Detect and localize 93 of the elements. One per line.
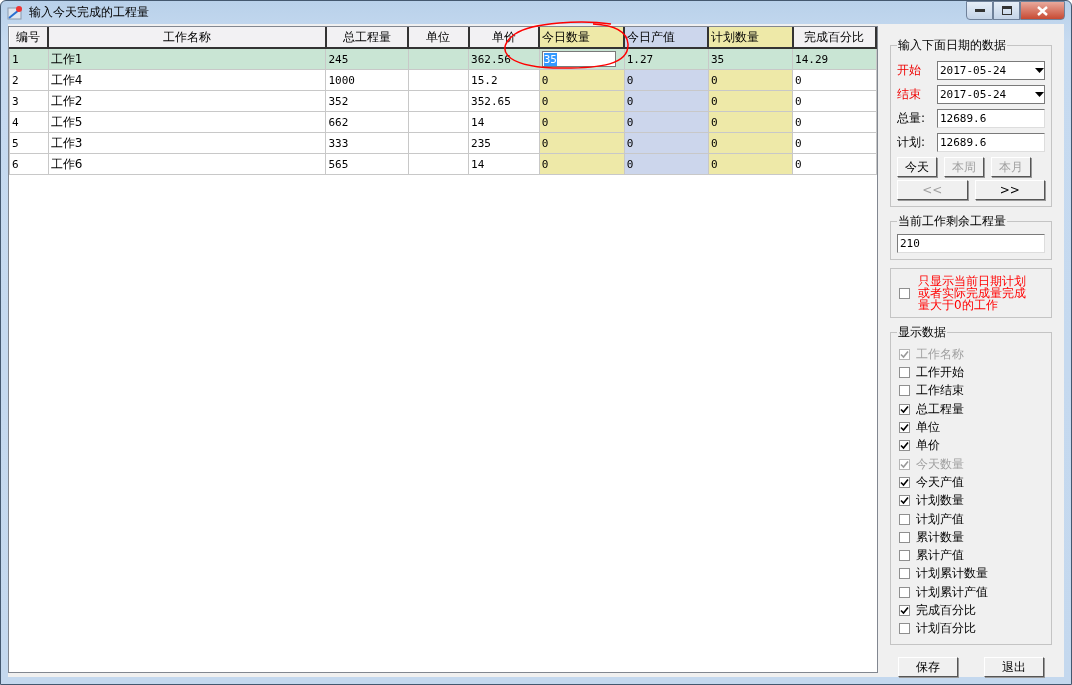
checkbox[interactable] xyxy=(899,422,910,434)
checkbox[interactable] xyxy=(899,531,910,543)
checkbox[interactable] xyxy=(899,287,910,299)
input-field[interactable]: 210 xyxy=(897,234,1045,254)
checkbox-label: 累计产值 xyxy=(916,547,964,565)
caret-icon xyxy=(1035,91,1044,97)
close-icon xyxy=(1037,5,1048,16)
checkbox-label: 工作结束 xyxy=(916,382,964,400)
checkbox-label: 累计数量 xyxy=(916,528,964,546)
checkbox-label: 总工程量 xyxy=(916,400,964,418)
table-cell: 0 xyxy=(792,69,876,91)
checkbox-label: 工作名称 xyxy=(916,345,964,363)
date-dropdown[interactable]: 2017-05-24 xyxy=(937,60,1045,80)
table-cell: 14 xyxy=(468,111,540,133)
table-cell: 0 xyxy=(792,153,876,175)
checkbox[interactable] xyxy=(899,623,910,635)
checkbox-label: 工作开始 xyxy=(916,364,964,382)
checkbox-label: 计划产值 xyxy=(916,510,964,528)
input-field[interactable]: 12689.6 xyxy=(937,108,1045,128)
input-field[interactable]: 12689.6 xyxy=(937,132,1045,152)
table-cell: 0 xyxy=(792,111,876,133)
column-header[interactable]: 编号 xyxy=(9,27,49,49)
close-button[interactable] xyxy=(1020,1,1065,20)
column-header[interactable]: 总工程量 xyxy=(325,27,409,49)
column-header[interactable]: 单位 xyxy=(408,27,469,49)
table-cell: 662 xyxy=(325,111,409,133)
checkbox[interactable] xyxy=(899,367,910,379)
date-dropdown[interactable]: 2017-05-24 xyxy=(937,84,1045,104)
checkbox-label: 计划百分比 xyxy=(916,620,976,638)
checkbox-label: 只显示当前日期计划或者实际完成量完成量大于0的工作 xyxy=(918,275,1027,312)
table-cell: 15.2 xyxy=(468,69,540,91)
checkbox[interactable] xyxy=(899,385,910,397)
table-cell: 235 xyxy=(468,132,540,154)
table-cell: 0 xyxy=(792,132,876,154)
period-button[interactable]: 今天 xyxy=(897,157,937,178)
checkbox[interactable] xyxy=(899,476,910,488)
dialog-button[interactable]: 保存 xyxy=(898,657,958,677)
table-cell: 工作3 xyxy=(48,132,326,154)
maximize-button[interactable] xyxy=(993,1,1020,20)
checkbox-label: 计划数量 xyxy=(916,492,964,510)
checkbox[interactable] xyxy=(899,495,910,507)
checkbox-label: 今天产值 xyxy=(916,473,964,491)
table-cell: 352.65 xyxy=(468,90,540,112)
table-cell: 6 xyxy=(9,153,49,175)
checkbox[interactable] xyxy=(899,586,910,598)
table-cell: 1000 xyxy=(325,69,409,91)
column-header[interactable]: 计划数量 xyxy=(708,27,793,49)
dialog-button[interactable]: 退出 xyxy=(984,657,1044,677)
checkbox-label: 单价 xyxy=(916,437,940,455)
table-cell: 3 xyxy=(9,90,49,112)
group-title: 当前工作剩余工程量 xyxy=(897,213,1007,231)
table-cell: 工作6 xyxy=(48,153,326,175)
table-cell: 工作4 xyxy=(48,69,326,91)
table-cell: 14 xyxy=(468,153,540,175)
checkbox-label: 今天数量 xyxy=(916,455,964,473)
checkbox-label: 计划累计数量 xyxy=(916,565,988,583)
table-cell: 工作1 xyxy=(48,48,326,70)
field-label: 计划: xyxy=(897,133,927,151)
table-cell: 352 xyxy=(325,90,409,112)
maximize-icon xyxy=(1001,6,1012,15)
column-header[interactable]: 今日产值 xyxy=(624,27,709,49)
column-header[interactable]: 完成百分比 xyxy=(792,27,876,49)
checkbox[interactable] xyxy=(899,568,910,580)
checkbox[interactable] xyxy=(899,403,910,415)
checkbox[interactable] xyxy=(899,440,910,452)
checkbox-label: 单位 xyxy=(916,419,940,437)
table-cell: 2 xyxy=(9,69,49,91)
app-icon xyxy=(7,4,23,21)
checkbox-label: 完成百分比 xyxy=(916,602,976,620)
column-header[interactable]: 工作名称 xyxy=(48,27,326,49)
table-cell: 5 xyxy=(9,132,49,154)
nav-button[interactable]: >> xyxy=(974,180,1045,201)
table-cell: 工作2 xyxy=(48,90,326,112)
group-title: 输入下面日期的数据 xyxy=(897,37,1007,55)
window-title: 输入今天完成的工程量 xyxy=(29,4,149,22)
checkbox[interactable] xyxy=(899,550,910,562)
minimize-icon xyxy=(974,8,985,13)
table-cell: 工作5 xyxy=(48,111,326,133)
minimize-button[interactable] xyxy=(966,1,993,20)
caret-icon xyxy=(1035,67,1044,73)
column-header[interactable]: 今日数量 xyxy=(539,27,625,49)
table-cell: 565 xyxy=(325,153,409,175)
table-cell: 333 xyxy=(325,132,409,154)
table-cell: 0 xyxy=(792,90,876,112)
field-label: 开始 xyxy=(897,61,922,79)
checkbox[interactable] xyxy=(899,513,910,525)
checkbox-label: 计划累计产值 xyxy=(916,583,988,601)
group-title: 显示数据 xyxy=(897,324,947,342)
table-cell: 1 xyxy=(9,48,49,70)
field-label: 总量: xyxy=(897,109,927,127)
table-cell: 4 xyxy=(9,111,49,133)
field-label: 结束 xyxy=(897,85,922,103)
checkbox[interactable] xyxy=(899,605,910,617)
